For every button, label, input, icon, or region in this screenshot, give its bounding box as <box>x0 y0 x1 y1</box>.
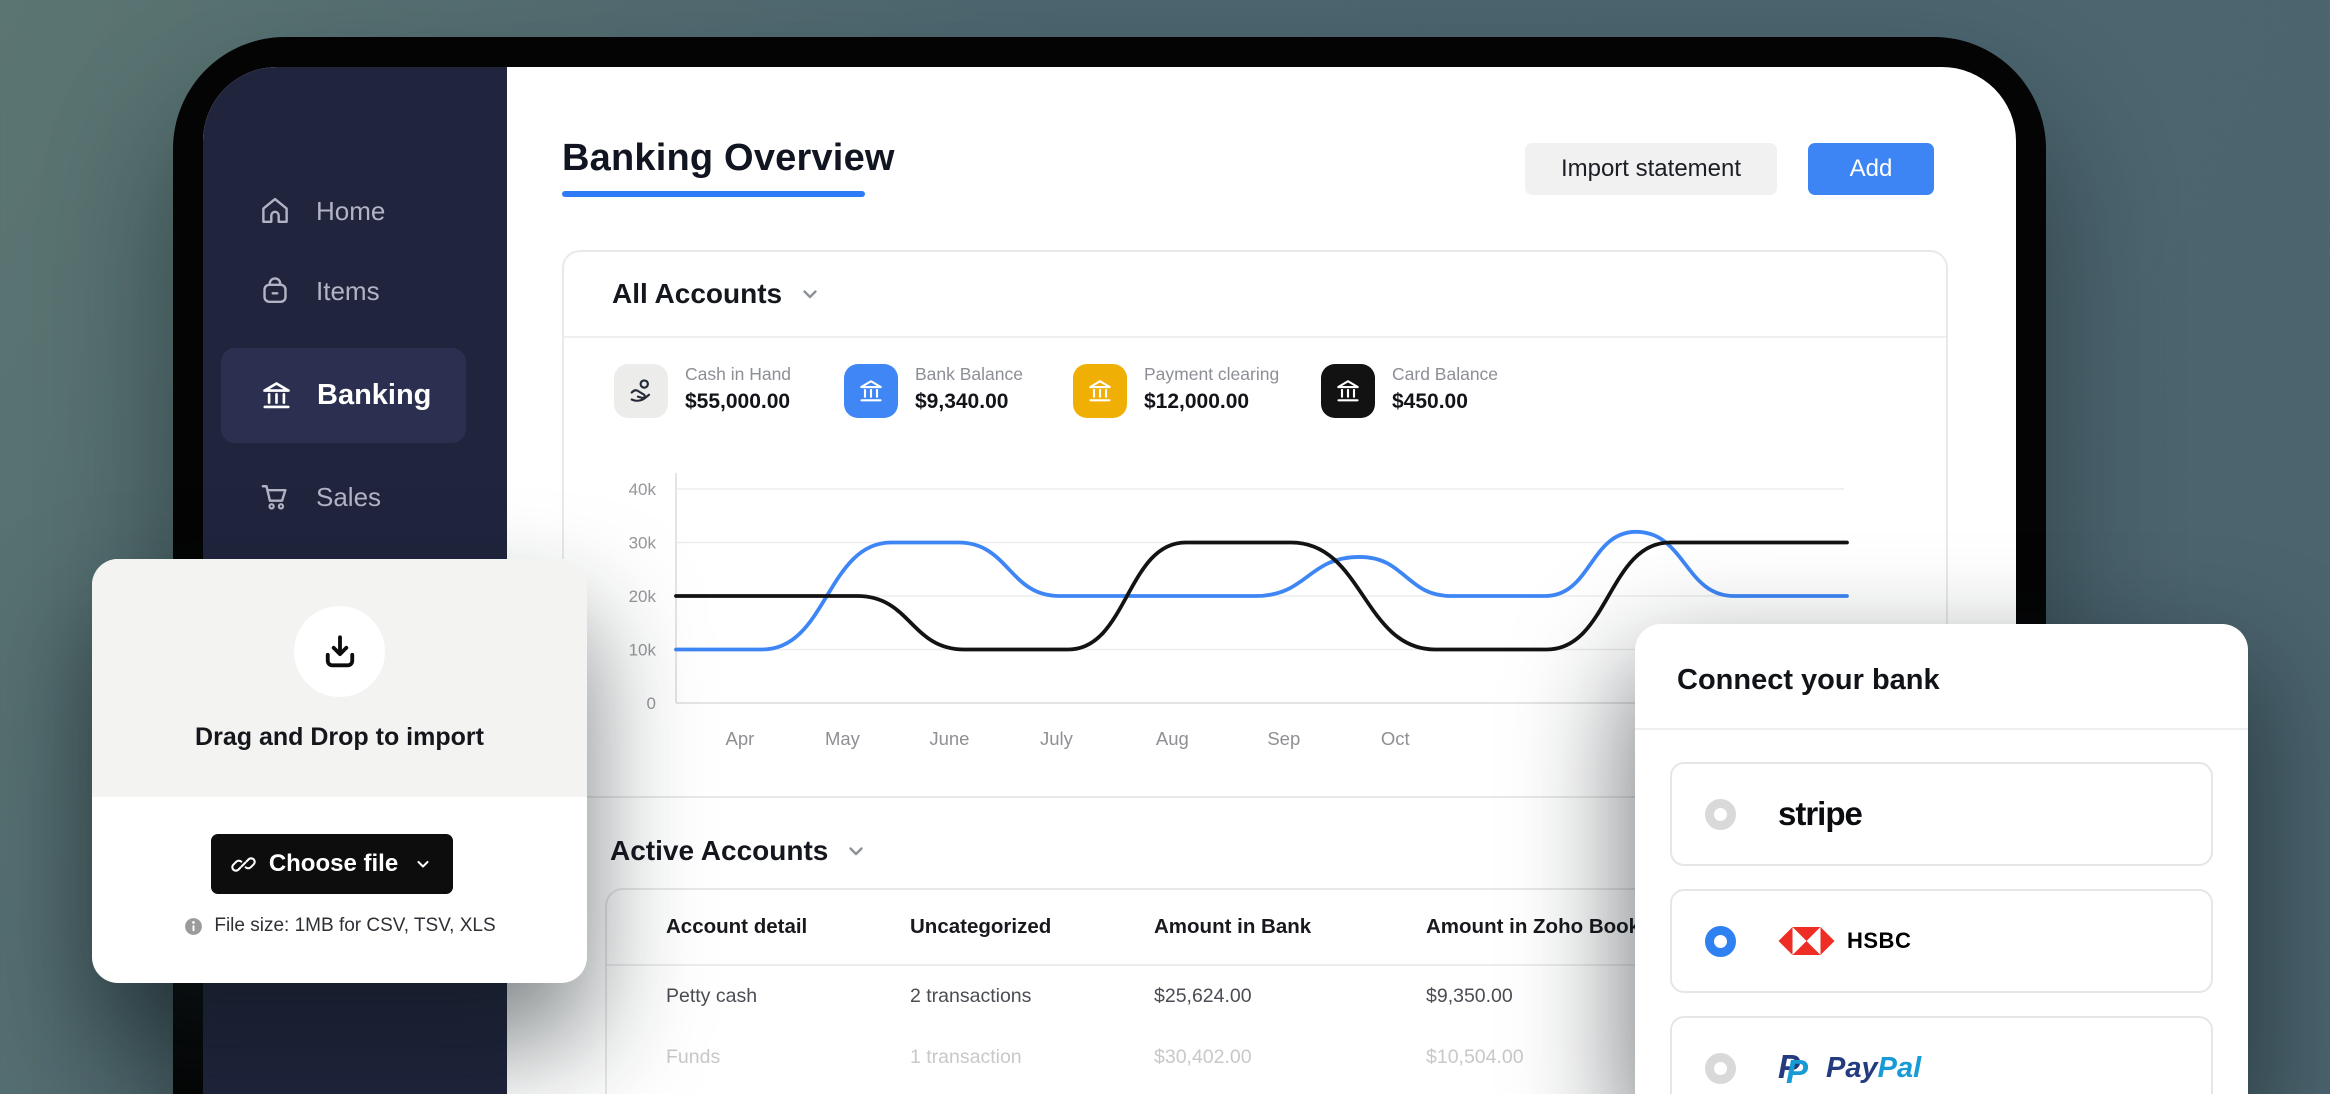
cell-account: Petty cash <box>666 985 910 1008</box>
summary-label: Payment clearing <box>1144 364 1279 385</box>
svg-text:May: May <box>825 728 861 749</box>
info-icon <box>183 916 204 937</box>
home-icon <box>258 194 292 228</box>
col-amount-in-bank: Amount in Bank <box>1154 915 1426 939</box>
download-circle <box>294 606 385 697</box>
download-icon <box>319 631 361 673</box>
connect-your-bank-card: Connect your bank stripe HSBC PP PayPal <box>1635 624 2248 1094</box>
bank-icon <box>856 376 886 406</box>
svg-text:0: 0 <box>647 694 656 713</box>
drag-drop-import-card: Drag and Drop to import Choose file File… <box>92 559 587 983</box>
hsbc-radio[interactable] <box>1705 926 1736 957</box>
sidebar-item-items[interactable]: Items <box>203 259 507 323</box>
summary-amount: $450.00 <box>1392 390 1498 414</box>
cell-uncategorized: 2 transactions <box>910 985 1154 1008</box>
chevron-down-icon <box>798 282 822 306</box>
summary-card-balance: Card Balance $450.00 <box>1321 364 1498 418</box>
col-uncategorized: Uncategorized <box>910 915 1154 939</box>
sidebar-item-sales[interactable]: Sales <box>203 465 507 529</box>
summary-payment-clearing: Payment clearing $12,000.00 <box>1073 364 1279 418</box>
svg-text:Apr: Apr <box>725 728 754 749</box>
cash-in-hand-tile <box>614 364 668 418</box>
sidebar-item-home[interactable]: Home <box>203 179 507 243</box>
svg-text:30k: 30k <box>629 534 657 553</box>
bank-option-paypal[interactable]: PP PayPal <box>1670 1016 2213 1094</box>
bank-balance-tile <box>844 364 898 418</box>
summary-amount: $55,000.00 <box>685 390 791 414</box>
chevron-down-icon <box>844 839 868 863</box>
drop-zone[interactable]: Drag and Drop to import <box>92 559 587 797</box>
summary-cash-in-hand: Cash in Hand $55,000.00 <box>614 364 791 418</box>
cash-hand-icon <box>626 376 656 406</box>
choose-file-button[interactable]: Choose file <box>211 834 453 894</box>
cell-amount-bank: $25,624.00 <box>1154 985 1426 1008</box>
account-summary-row: Cash in Hand $55,000.00 Bank Balance $9,34… <box>564 364 1946 424</box>
all-accounts-title: All Accounts <box>612 278 782 310</box>
summary-label: Bank Balance <box>915 364 1023 385</box>
payment-clearing-tile <box>1073 364 1127 418</box>
import-statement-button[interactable]: Import statement <box>1525 143 1777 195</box>
svg-text:10k: 10k <box>629 641 657 660</box>
svg-text:June: June <box>929 728 969 749</box>
all-accounts-dropdown[interactable]: All Accounts <box>564 252 1946 338</box>
chevron-down-icon <box>413 854 433 874</box>
hsbc-logo-text: HSBC <box>1847 928 1911 954</box>
sidebar-item-label: Home <box>316 196 385 227</box>
bank-icon <box>258 377 295 414</box>
paypal-logo-icon: PP <box>1778 1048 1818 1088</box>
bank-icon <box>1333 376 1363 406</box>
sidebar-item-label: Banking <box>317 379 431 412</box>
add-button[interactable]: Add <box>1808 143 1934 195</box>
paypal-radio[interactable] <box>1705 1053 1736 1084</box>
divider <box>1635 728 2248 730</box>
bank-option-hsbc[interactable]: HSBC <box>1670 889 2213 993</box>
paypal-logo-text: PayPal <box>1826 1052 1921 1085</box>
bank-option-stripe[interactable]: stripe <box>1670 762 2213 866</box>
svg-text:Aug: Aug <box>1156 728 1189 749</box>
svg-text:40k: 40k <box>629 480 657 499</box>
shopping-bag-icon <box>258 274 292 308</box>
stripe-radio[interactable] <box>1705 799 1736 830</box>
active-accounts-title: Active Accounts <box>610 835 828 867</box>
choose-file-label: Choose file <box>269 850 398 878</box>
file-size-note: File size: 1MB for CSV, TSV, XLS <box>92 915 587 937</box>
cell-uncategorized: 1 transaction <box>910 1046 1154 1069</box>
cart-icon <box>258 480 292 514</box>
svg-text:Sep: Sep <box>1267 728 1300 749</box>
summary-label: Card Balance <box>1392 364 1498 385</box>
connect-bank-title: Connect your bank <box>1677 664 1940 697</box>
svg-text:July: July <box>1040 728 1074 749</box>
summary-amount: $9,340.00 <box>915 390 1023 414</box>
card-balance-tile <box>1321 364 1375 418</box>
cell-account: Funds <box>666 1046 910 1069</box>
link-icon <box>231 852 256 877</box>
summary-amount: $12,000.00 <box>1144 390 1279 414</box>
summary-label: Cash in Hand <box>685 364 791 385</box>
stripe-logo: stripe <box>1778 795 1862 833</box>
page-title: Banking Overview <box>562 137 895 180</box>
sidebar-item-label: Sales <box>316 482 381 513</box>
sidebar-item-banking-active[interactable]: Banking <box>221 348 466 443</box>
svg-text:Oct: Oct <box>1381 728 1410 749</box>
cell-amount-bank: $30,402.00 <box>1154 1046 1426 1069</box>
file-size-text: File size: 1MB for CSV, TSV, XLS <box>214 915 495 937</box>
sidebar-item-label: Items <box>316 276 380 307</box>
hsbc-logo-icon <box>1778 927 1835 955</box>
svg-text:20k: 20k <box>629 587 657 606</box>
drag-drop-title: Drag and Drop to import <box>92 723 587 752</box>
active-accounts-dropdown[interactable]: Active Accounts <box>610 835 868 867</box>
col-account-detail: Account detail <box>666 915 910 939</box>
bank-icon <box>1085 376 1115 406</box>
summary-bank-balance: Bank Balance $9,340.00 <box>844 364 1023 418</box>
title-underline <box>562 191 865 197</box>
